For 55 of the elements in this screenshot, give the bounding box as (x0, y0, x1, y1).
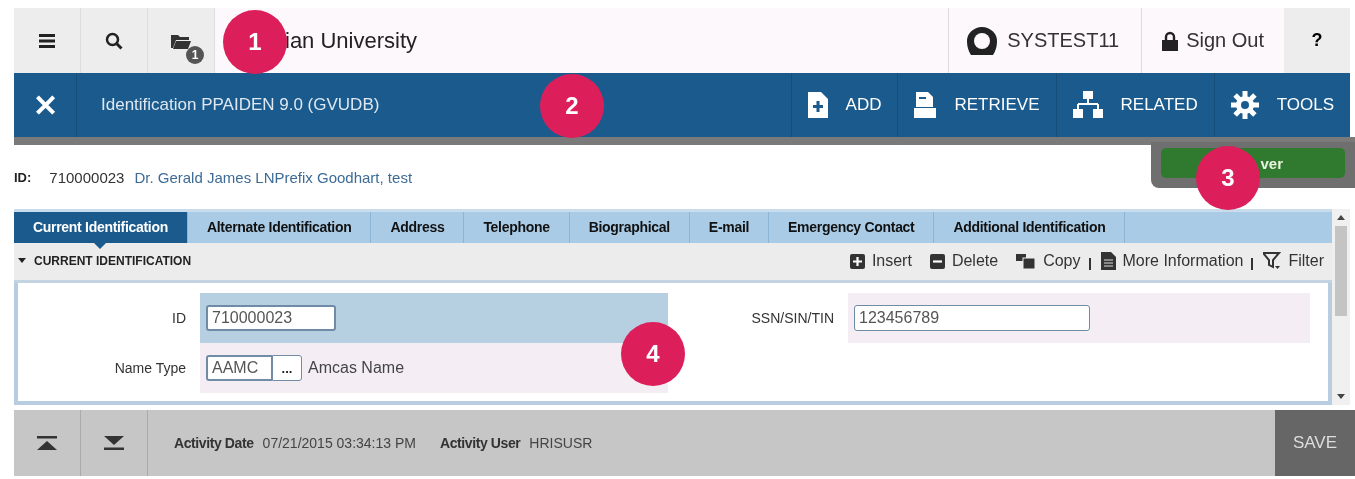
id-field-label: ID (171, 310, 187, 326)
document-tray-icon (914, 92, 937, 118)
lock-icon (1162, 30, 1179, 51)
menu-icon (39, 33, 55, 48)
tab[interactable]: Alternate Identification (187, 212, 372, 243)
tab[interactable]: Address (371, 212, 465, 243)
filter-button[interactable]: Filter (1263, 252, 1324, 271)
lookup-button[interactable]: ... (272, 355, 302, 381)
search-icon (105, 31, 123, 50)
name-type-description: Amcas Name (308, 359, 405, 377)
delete-button[interactable]: Delete (929, 252, 999, 271)
ssn-input[interactable]: 123456789 (854, 305, 1090, 331)
scroll-up-icon (1337, 215, 1345, 220)
activity-user-label: Activity User (439, 435, 521, 451)
tab[interactable]: Biographical (569, 212, 690, 243)
institution-name: ian University (285, 27, 418, 54)
tab[interactable]: Emergency Contact (769, 212, 935, 243)
id-value: 710000023 (49, 168, 125, 186)
caret-icon (18, 258, 26, 265)
user-icon (965, 25, 1000, 56)
activity-date-value: 07/21/2015 03:34:13 PM (262, 435, 416, 451)
skip-up-icon (37, 436, 57, 450)
form-title: Identification PPAIDEN 9.0 (GVUDB) (101, 95, 380, 115)
add-document-icon (807, 92, 828, 118)
tab[interactable]: Telephone (464, 212, 570, 243)
hierarchy-icon (1072, 91, 1103, 119)
insert-button[interactable]: Insert (849, 252, 912, 271)
save-button[interactable]: SAVE (1275, 410, 1355, 476)
ssn-label: SSN/SIN/TIN (750, 310, 835, 326)
tab[interactable]: E-mail (689, 212, 770, 243)
id-label: ID: (14, 169, 32, 185)
settings-icon (1230, 91, 1259, 119)
scrollbar[interactable] (1332, 209, 1350, 405)
scroll-down-icon (1337, 394, 1345, 399)
id-input[interactable]: 710000023 (206, 305, 336, 331)
name-type-label: Name Type (113, 360, 187, 376)
count-badge: 1 (186, 46, 204, 64)
help-button[interactable]: ? (1284, 8, 1350, 73)
document-icon (1100, 252, 1116, 271)
plus-icon (849, 253, 865, 269)
activity-user-value: HRISUSR (529, 435, 593, 451)
copy-button[interactable]: Copy (1016, 252, 1081, 271)
tab[interactable]: Additional Identification (934, 212, 1126, 243)
info-button[interactable]: More Information (1100, 252, 1244, 271)
activity-date-label: Activity Date (174, 435, 254, 451)
copy-icon (1016, 253, 1037, 269)
recent-items-button[interactable]: 1 (148, 8, 215, 73)
folder-icon (171, 32, 191, 49)
name-type-input[interactable]: AAMC (206, 355, 272, 381)
filter-icon (1263, 252, 1282, 271)
skip-down-icon (104, 436, 124, 450)
minus-icon (929, 253, 945, 269)
search-button[interactable] (81, 8, 148, 73)
person-name: Dr. Gerald James LNPrefix Goodhart, test (134, 168, 413, 186)
menu-button[interactable] (14, 8, 81, 73)
